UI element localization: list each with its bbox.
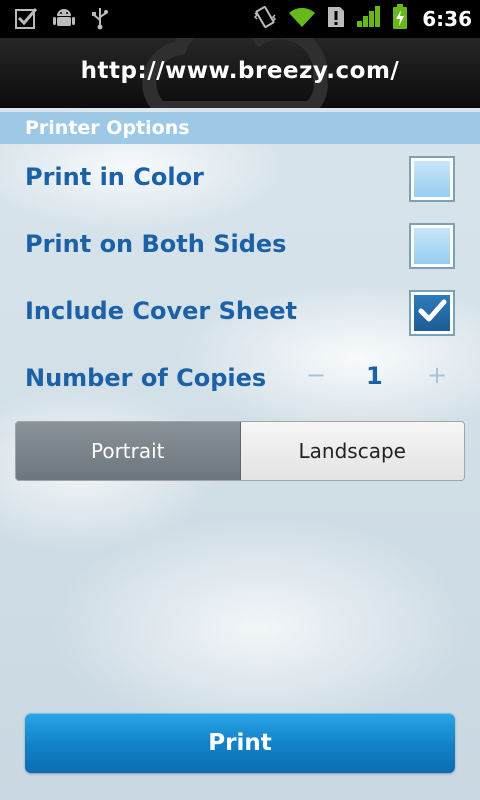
print-both-sides-row[interactable]: Print on Both Sides [0,215,480,275]
print-in-color-checkbox[interactable] [409,156,455,202]
print-in-color-label: Print in Color [25,163,204,191]
usb-icon [90,6,110,34]
decrement-copies-button[interactable]: − [306,361,326,389]
number-of-copies-label: Number of Copies [25,364,267,392]
signal-icon [356,5,382,33]
page-url: http://www.breezy.com/ [80,58,400,84]
vibrate-icon [252,5,278,33]
include-cover-sheet-row[interactable]: Include Cover Sheet [0,282,480,342]
orientation-selector: Portrait Landscape [15,421,465,481]
print-both-sides-label: Print on Both Sides [25,230,287,258]
number-of-copies-row: Number of Copies − 1 + [0,349,480,409]
checkbox-notification-icon [14,6,38,34]
android-icon [52,6,76,34]
status-bar: 6:36 [0,0,480,38]
print-both-sides-checkbox[interactable] [409,223,455,269]
include-cover-sheet-label: Include Cover Sheet [25,297,297,325]
alert-icon [326,5,346,33]
print-button[interactable]: Print [25,713,455,773]
print-in-color-row[interactable]: Print in Color [0,148,480,208]
section-header: Printer Options [0,112,480,144]
portrait-option[interactable]: Portrait [16,422,241,480]
printer-options-panel: Printer Options Print in Color Print on … [0,108,480,800]
include-cover-sheet-checkbox[interactable] [409,290,455,336]
wifi-icon [288,5,316,33]
url-header: http://www.breezy.com/ [0,38,480,108]
checkmark-icon [417,298,447,328]
status-time: 6:36 [422,7,472,31]
copies-value: 1 [366,362,383,390]
increment-copies-button[interactable]: + [427,361,447,389]
battery-charging-icon [392,4,408,34]
landscape-option[interactable]: Landscape [240,422,464,480]
